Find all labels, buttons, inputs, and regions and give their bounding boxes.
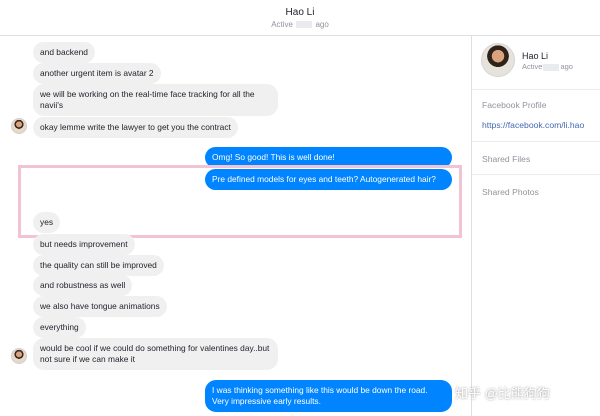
message-bubble: and robustness as well (33, 275, 133, 296)
section-divider (472, 174, 600, 175)
section-divider (472, 141, 600, 142)
message-bubble: we will be working on the real-time face… (33, 84, 278, 116)
conversation-header: Hao Li Active ago (0, 0, 600, 36)
facebook-profile-label: Facebook Profile (482, 100, 547, 110)
profile-name[interactable]: Hao Li (522, 51, 548, 61)
message-bubble: the quality can still be improved (33, 255, 164, 276)
message-bubble: another urgent item is avatar 2 (33, 63, 161, 84)
message-bubble: would be cool if we could do something f… (33, 338, 278, 370)
contact-status: Active ago (271, 20, 329, 29)
highlight-box (18, 165, 462, 238)
contact-name[interactable]: Hao Li (0, 7, 600, 18)
shared-photos-label[interactable]: Shared Photos (482, 187, 539, 197)
message-bubble: everything (33, 317, 86, 338)
message-bubble: and backend (33, 42, 95, 63)
message-bubble: we also have tongue animations (33, 296, 167, 317)
profile-status: Active ago (522, 62, 573, 71)
shared-files-label[interactable]: Shared Files (482, 154, 530, 164)
message-bubble: okay lemme write the lawyer to get you t… (33, 117, 238, 138)
profile-avatar[interactable] (481, 43, 515, 77)
facebook-profile-link[interactable]: https://facebook.com/li.hao (482, 120, 584, 130)
blurred-time (296, 21, 313, 29)
watermark: 知乎 @比熊狗狗 (455, 386, 550, 401)
message-bubble: I was thinking something like this would… (205, 380, 452, 412)
contact-avatar[interactable] (11, 118, 27, 134)
section-divider (472, 89, 600, 90)
panel-divider (471, 36, 472, 416)
contact-avatar[interactable] (11, 348, 27, 364)
message-bubble: but needs improvement (33, 234, 135, 255)
blurred-time (543, 63, 560, 71)
